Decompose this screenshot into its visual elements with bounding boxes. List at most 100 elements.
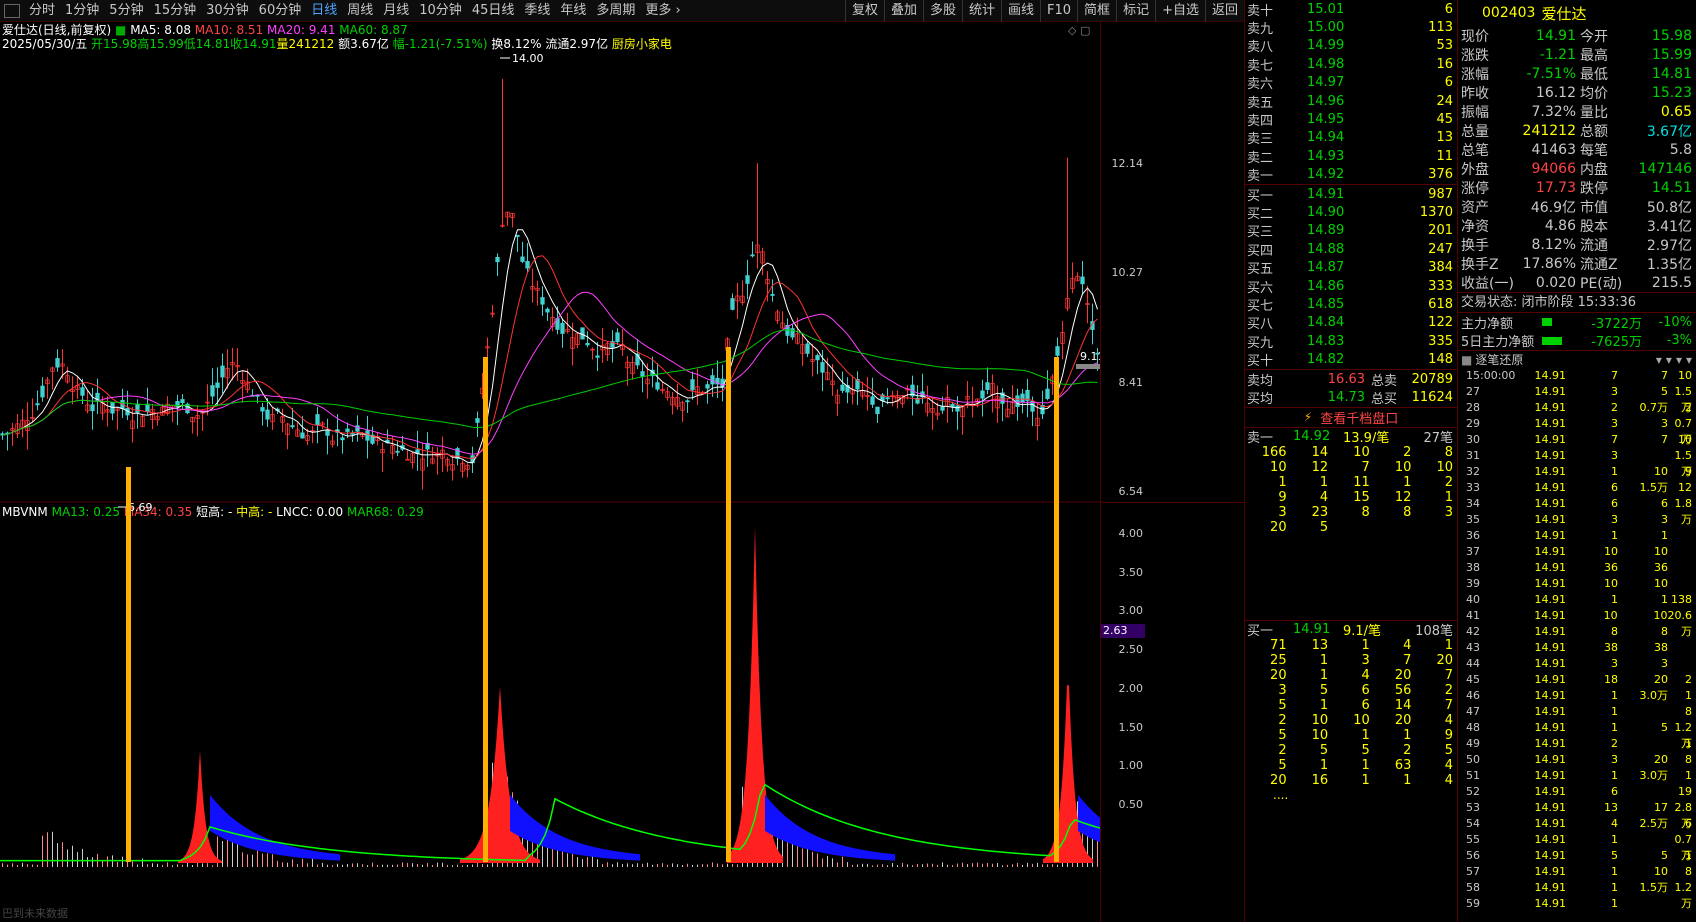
tick-price: 14.91: [1534, 433, 1567, 446]
queue-order: 5: [1319, 743, 1329, 759]
tick-price: 14.91: [1534, 593, 1567, 606]
queue-order: 9: [1444, 728, 1453, 744]
bid-level[interactable]: 买三 14.89 201: [1245, 222, 1457, 240]
bid-level[interactable]: 买七 14.85 618: [1245, 295, 1457, 314]
tick-cum: 1.5万: [1639, 481, 1669, 494]
layout-toggle-icon[interactable]: [4, 3, 20, 18]
tick-price: 14.91: [1534, 833, 1567, 846]
tick-row: 28 14.91 2 0.7万 2: [1458, 400, 1696, 416]
period-tab[interactable]: 5分钟: [104, 0, 148, 22]
tool-button[interactable]: 画线: [1001, 0, 1040, 22]
queue-order: 8: [1361, 504, 1370, 520]
sell-avg-price: 16.63: [1327, 371, 1365, 387]
queue-order: 20: [1436, 653, 1453, 669]
tool-button[interactable]: 统计: [961, 0, 1001, 22]
tick-cum: 20: [1654, 753, 1668, 766]
ask-level[interactable]: 卖五 14.96 24: [1245, 92, 1457, 111]
period-tab[interactable]: 年线: [555, 0, 591, 22]
period-tab[interactable]: 60分钟: [254, 0, 307, 22]
stat-key: 总量: [1461, 123, 1489, 140]
ask-level[interactable]: 卖十 15.01 6: [1245, 0, 1457, 19]
tool-button[interactable]: F10: [1040, 0, 1077, 22]
period-tab[interactable]: 周线: [342, 0, 378, 22]
bid-level[interactable]: 买九 14.83 335: [1245, 332, 1457, 351]
level-price: 15.01: [1307, 1, 1345, 17]
tick-sum: 1.2万: [1674, 881, 1693, 910]
bid-level[interactable]: 买八 14.84 122: [1245, 314, 1457, 332]
ask-level[interactable]: 卖一 14.92 376: [1245, 166, 1457, 184]
tick-sum: 8: [1685, 865, 1692, 878]
collapse-icon[interactable]: ■: [1461, 353, 1472, 367]
tick-row: 46 14.91 1 3.0万 1: [1458, 688, 1696, 704]
ask-level[interactable]: 卖九 15.00 113: [1245, 18, 1457, 38]
ask-level[interactable]: 卖四 14.95 45: [1245, 110, 1457, 130]
tick-price: 14.91: [1534, 529, 1567, 542]
tick-list[interactable]: 15:00:00 14.91 7 7 10 27 14.91 3 5 1.5万 28 14.91 2 0.…: [1458, 368, 1696, 912]
tool-button[interactable]: 多股: [922, 0, 962, 22]
tick-vol: 18: [1604, 673, 1618, 686]
level-price: 14.91: [1307, 186, 1345, 202]
queue-order: 4: [1444, 713, 1453, 729]
buy-avg-price: 14.73: [1327, 389, 1365, 405]
kline-chart[interactable]: 14.00 6.69 9.11 巴到未来数据: [0, 22, 1100, 922]
period-tab[interactable]: 15分钟: [149, 0, 202, 22]
period-tab[interactable]: 10分钟: [414, 0, 467, 22]
tick-row: 55 14.91 1 0.7万: [1458, 832, 1696, 862]
period-tab[interactable]: 1分钟: [60, 0, 104, 22]
stat-value: 50.8亿: [1646, 199, 1692, 216]
tick-row: 58 14.91 1 1.5万 1.2万: [1458, 880, 1696, 910]
candle-body: [640, 371, 645, 377]
period-tab[interactable]: 45日线: [467, 0, 520, 22]
stat-value: 14.91: [1535, 27, 1576, 44]
period-tab[interactable]: 多周期: [591, 0, 640, 22]
tick-sum: 1.5万: [1674, 385, 1693, 414]
tick-vol: 5: [1611, 849, 1618, 862]
candle-body: [515, 234, 520, 237]
ticks-menu-icon[interactable]: ▾▾▾▾: [1656, 353, 1696, 367]
period-tab[interactable]: 日线: [306, 0, 342, 22]
bid-level[interactable]: 买二 14.90 1370: [1245, 203, 1457, 222]
period-tab[interactable]: 月线: [378, 0, 414, 22]
period-tab[interactable]: 更多 ›: [640, 0, 685, 22]
tick-price: 14.91: [1534, 385, 1567, 398]
tick-time: 57: [1466, 865, 1480, 878]
ask-level[interactable]: 卖三 14.94 13: [1245, 129, 1457, 147]
ask-level[interactable]: 卖六 14.97 6: [1245, 74, 1457, 92]
tick-vol: 2: [1611, 737, 1618, 750]
period-tab[interactable]: 30分钟: [201, 0, 254, 22]
ask-level[interactable]: 卖二 14.93 11: [1245, 147, 1457, 166]
bid-level[interactable]: 买六 14.86 333: [1245, 277, 1457, 296]
ask-level[interactable]: 卖八 14.99 53: [1245, 37, 1457, 55]
queue-order: 71: [1270, 638, 1287, 654]
view-1000-button[interactable]: ⚡ 查看千档盘口: [1245, 406, 1457, 427]
tick-vol: 38: [1604, 641, 1618, 654]
level-label: 卖四: [1247, 114, 1274, 130]
bid-level[interactable]: 买四 14.88 247: [1245, 240, 1457, 259]
tick-vol: 1: [1611, 465, 1618, 478]
queue-order: 2: [1403, 743, 1412, 759]
bid-level[interactable]: 买十 14.82 148: [1245, 350, 1457, 369]
tool-button[interactable]: 简框: [1077, 0, 1116, 22]
queue-order: 5: [1319, 683, 1329, 699]
stat-key: 最低: [1580, 66, 1608, 83]
tick-cum: 5: [1661, 385, 1668, 398]
tick-sum: 138: [1671, 593, 1692, 606]
bid-level[interactable]: 买一 14.91 987: [1245, 185, 1457, 204]
buy1-more[interactable]: ....: [1245, 788, 1457, 802]
period-tab[interactable]: 分时: [24, 0, 60, 22]
queue-order: 5: [1278, 728, 1287, 744]
tool-button[interactable]: +自选: [1155, 0, 1205, 22]
tick-time: 46: [1466, 689, 1480, 702]
ask-level[interactable]: 卖七 14.98 16: [1245, 55, 1457, 74]
candle-body: [985, 382, 990, 390]
level-label: 卖九: [1247, 22, 1274, 38]
tick-price: 14.91: [1534, 609, 1566, 622]
tool-button[interactable]: 返回: [1204, 0, 1244, 22]
tool-button[interactable]: 标记: [1116, 0, 1155, 22]
tool-button[interactable]: 复权: [844, 0, 884, 22]
candle-body: [955, 405, 960, 412]
period-tab[interactable]: 季线: [519, 0, 555, 22]
tick-vol: 1: [1611, 689, 1618, 702]
tool-button[interactable]: 叠加: [883, 0, 923, 22]
bid-level[interactable]: 买五 14.87 384: [1245, 258, 1457, 277]
